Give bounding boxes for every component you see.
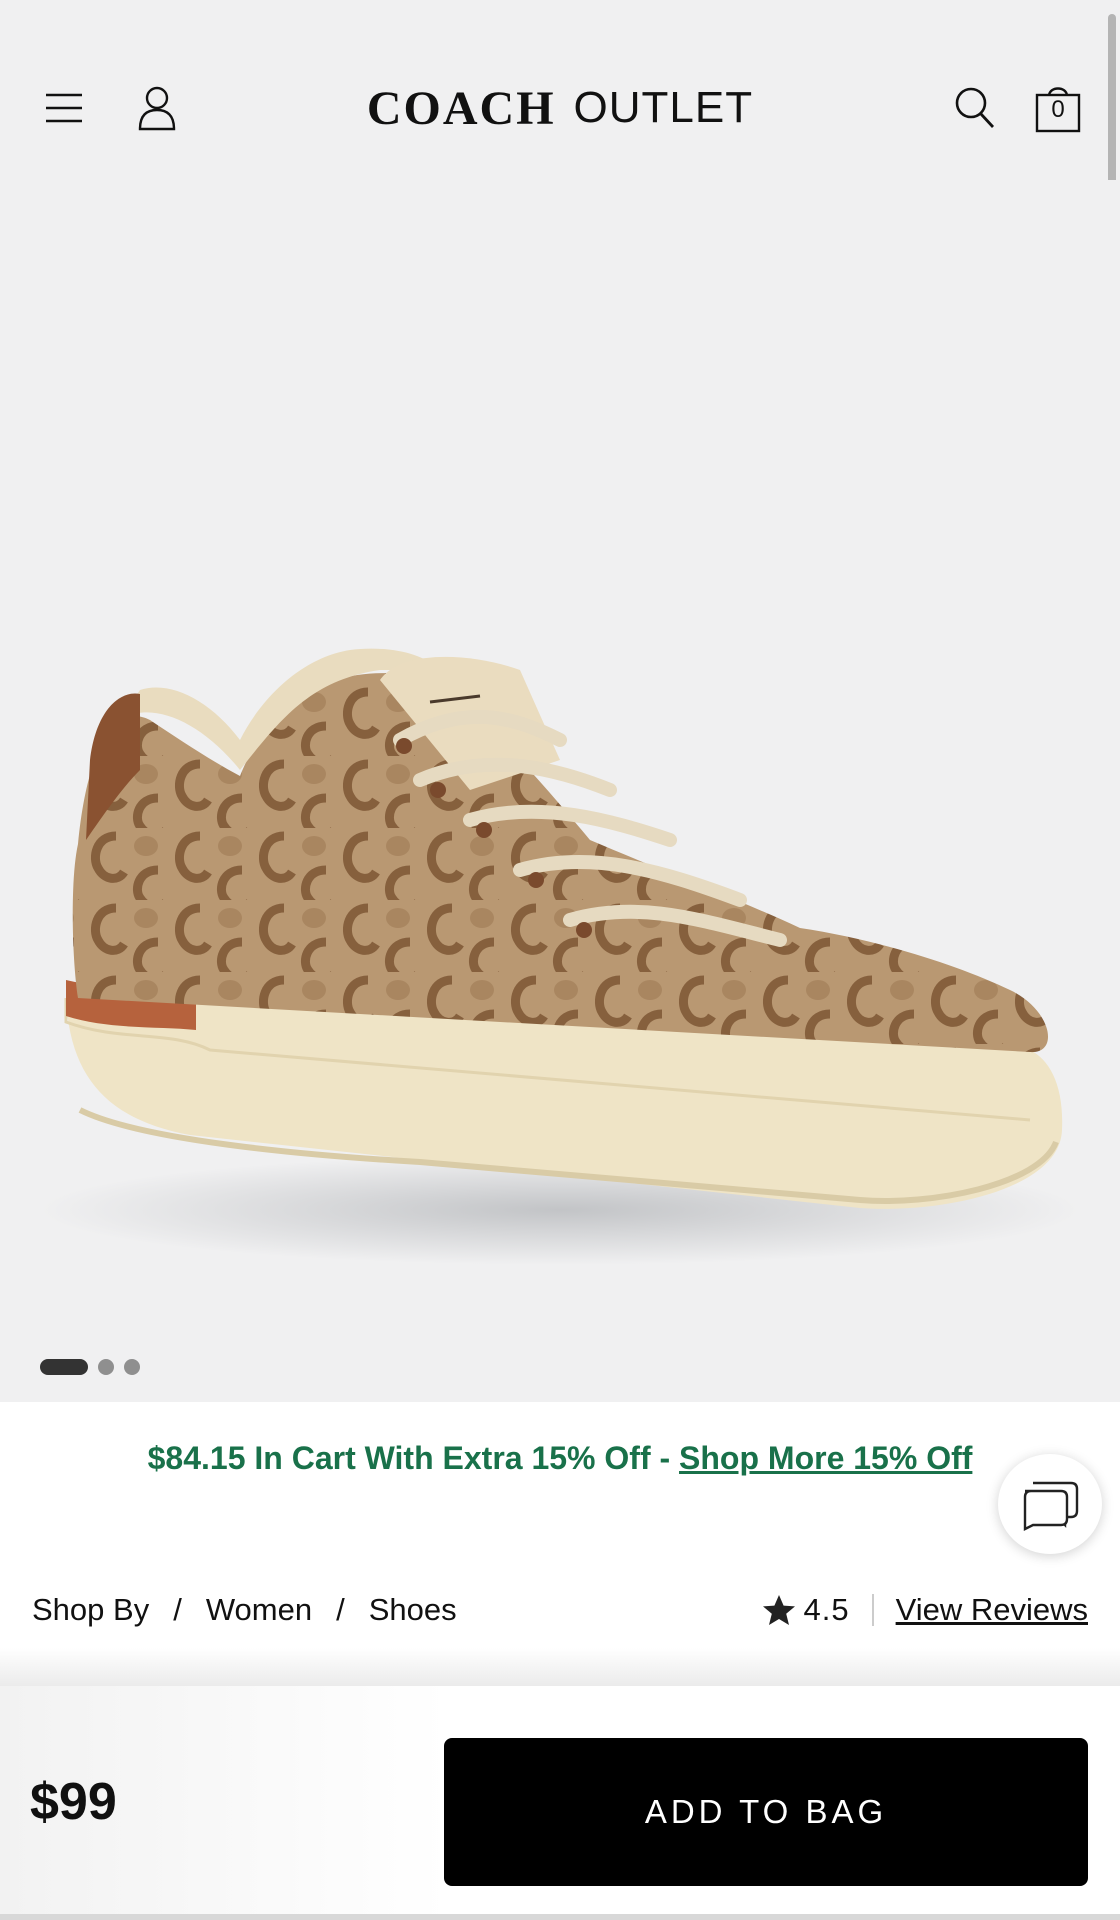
rating-value: 4.5 (803, 1592, 850, 1627)
product-price: $99 (30, 1773, 117, 1831)
rating-divider (871, 1594, 874, 1626)
shop-more-link[interactable]: Shop More 15% Off (679, 1440, 972, 1476)
breadcrumb-separator: / (173, 1592, 182, 1627)
carousel-dot-3[interactable] (124, 1359, 140, 1375)
carousel-indicators (40, 1358, 140, 1376)
search-button[interactable] (944, 78, 1006, 138)
breadcrumb-women[interactable]: Women (206, 1592, 312, 1628)
bottom-bar-shadow (0, 1648, 1120, 1686)
breadcrumb-separator: / (336, 1592, 345, 1627)
shopping-bag-button[interactable]: 0 (1026, 76, 1090, 140)
bottom-edge (0, 1914, 1120, 1920)
add-to-bag-button[interactable]: ADD TO BAG (444, 1738, 1088, 1886)
coach-outlet-logo[interactable]: COACH OUTLET (300, 78, 820, 138)
breadcrumb-shoes[interactable]: Shoes (369, 1592, 457, 1628)
breadcrumb-shop-by[interactable]: Shop By (32, 1592, 149, 1628)
logo-sub: OUTLET (573, 83, 754, 132)
product-rating: 4.5 View Reviews (762, 1590, 1088, 1630)
account-button[interactable] (126, 78, 188, 138)
product-image (40, 648, 1080, 1265)
view-reviews-link[interactable]: View Reviews (896, 1592, 1088, 1628)
product-image-carousel[interactable] (0, 180, 1120, 1402)
menu-button[interactable] (36, 78, 92, 138)
carousel-dot-2[interactable] (98, 1359, 114, 1375)
site-header: COACH OUTLET 0 (0, 0, 1120, 180)
carousel-dot-1[interactable] (40, 1359, 88, 1375)
chat-button[interactable] (998, 1454, 1102, 1554)
chat-bubble-icon (1023, 1481, 1079, 1531)
promo-text: $84.15 In Cart With Extra 15% Off - (147, 1440, 680, 1476)
star-icon (762, 1595, 795, 1625)
bag-count-badge: 0 (1051, 96, 1065, 123)
logo-brand: COACH (366, 81, 556, 135)
hamburger-menu-icon (46, 93, 82, 123)
user-icon (138, 86, 176, 131)
promo-banner: $84.15 In Cart With Extra 15% Off - Shop… (0, 1440, 1120, 1490)
search-icon (955, 87, 995, 128)
breadcrumb: Shop By / Women / Shoes (32, 1590, 457, 1630)
